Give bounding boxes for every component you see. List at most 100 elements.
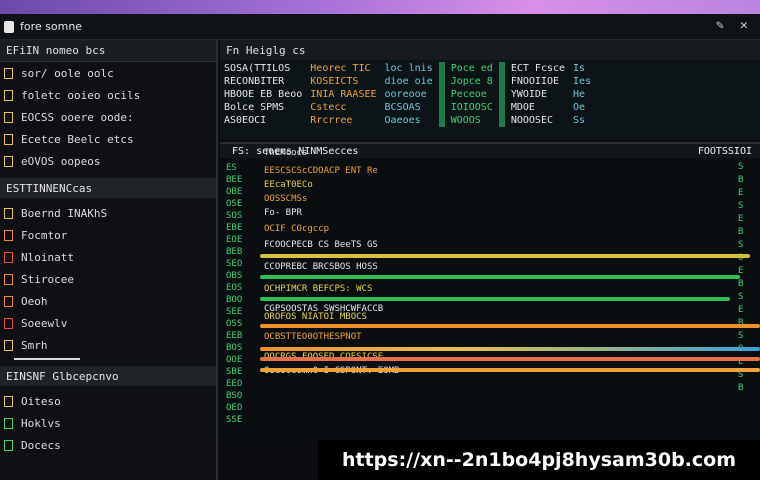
code-line[interactable]: EEcaT0ECo bbox=[264, 180, 313, 191]
code-line[interactable]: OROFOS NIATOI MBOCS bbox=[264, 312, 367, 323]
app-logo-icon bbox=[4, 20, 14, 33]
grid-cell[interactable]: Oe bbox=[573, 101, 591, 114]
grid-cell[interactable]: MDOE bbox=[511, 101, 565, 114]
highlight-bar-orange bbox=[260, 324, 760, 328]
grid-column-1: SOSA(TTILOS RECONBITER HBOOE EB Beoo Bolce … bbox=[220, 60, 306, 129]
grid-cell[interactable]: FNOOIIOE bbox=[511, 75, 565, 88]
folder-icon bbox=[4, 251, 13, 263]
edit-icon[interactable]: ✎ bbox=[716, 18, 724, 33]
sidebar-item[interactable]: Ecetce Beelc etcs bbox=[0, 128, 216, 150]
code-editor[interactable]: FS: seoecs NINMSecces FOOTSSIOI ES BEE OBE… bbox=[220, 142, 760, 442]
grid-cell[interactable]: Peceoe bbox=[451, 88, 493, 101]
sidebar-divider bbox=[14, 358, 80, 360]
code-line[interactable]: ThEMcocs bbox=[264, 148, 307, 159]
sidebar-item[interactable]: Focmtor bbox=[0, 224, 216, 246]
code-line[interactable]: OCHPIMCR BEFCPS: WCS bbox=[264, 284, 372, 295]
sidebar-item[interactable]: Stirocee bbox=[0, 268, 216, 290]
grid-cell[interactable]: Is bbox=[573, 62, 591, 75]
grid-cell[interactable]: dioe oie bbox=[385, 75, 433, 88]
grid-column-2: Heorec TIC KOSEICTS INIA RAASEE Cstecc Rrcrr… bbox=[306, 60, 380, 129]
minimap-marker: B bbox=[738, 383, 744, 393]
grid-cell[interactable]: HBOOE EB Beoo bbox=[224, 88, 302, 101]
sidebar-item[interactable]: Soeewlv bbox=[0, 312, 216, 334]
editor-tab-right[interactable]: FOOTSSIOI bbox=[698, 146, 752, 157]
grid-cell[interactable]: RECONBITER bbox=[224, 75, 302, 88]
code-line[interactable]: Fo- BPR bbox=[264, 208, 302, 219]
grid-cell[interactable]: YWOIDE bbox=[511, 88, 565, 101]
code-line[interactable]: CCOPREBC BRCSBOS HOSS bbox=[264, 262, 378, 273]
sidebar-item-label: Oeoh bbox=[21, 294, 48, 308]
line-number: OEO bbox=[226, 403, 243, 413]
sidebar-item[interactable]: eOVOS oopeos bbox=[0, 150, 216, 172]
code-line[interactable]: OCBSTTEO0OTHESPNOT bbox=[264, 332, 362, 343]
url-watermark: https://xn--2n1bo4pj8hysam30b.com bbox=[318, 440, 760, 480]
sidebar-item-label: EOCSS ooere oode: bbox=[21, 110, 134, 124]
grid-cell[interactable]: Cstecc bbox=[310, 101, 376, 114]
grid-cell[interactable]: loc lnis bbox=[385, 62, 433, 75]
grid-cell[interactable]: He bbox=[573, 88, 591, 101]
folder-icon bbox=[4, 89, 13, 101]
data-grid: Fn Heiglg cs SOSA(TTILOS RECONBITER HBOOE … bbox=[220, 40, 760, 140]
line-number: EEB bbox=[226, 331, 243, 341]
close-icon[interactable]: ✕ bbox=[740, 18, 748, 33]
sidebar-item-label: Oiteso bbox=[21, 394, 61, 408]
line-number: ES bbox=[226, 163, 237, 173]
line-gutter: ES BEE OBE OSE SOS EBE EOE BEB SEO OBS EOS BOO SEE OS… bbox=[226, 162, 258, 432]
highlight-bar-orange-2 bbox=[260, 368, 760, 372]
sidebar-item[interactable]: EOCSS ooere oode: bbox=[0, 106, 216, 128]
sidebar-item-label: Stirocee bbox=[21, 272, 74, 286]
grid-cell[interactable]: IOIOOSC bbox=[451, 101, 493, 114]
sidebar-section-title-2[interactable]: EINSNF Glbcepcnvo bbox=[0, 366, 216, 386]
sidebar-item[interactable]: Boernd INAKhS bbox=[0, 202, 216, 224]
line-number: EEO bbox=[226, 379, 243, 389]
window-title: fore somne bbox=[20, 20, 83, 33]
sidebar-item-label: Nloinatt bbox=[21, 250, 74, 264]
grid-cell[interactable]: Bolce SPMS bbox=[224, 101, 302, 114]
grid-cell[interactable]: Ss bbox=[573, 114, 591, 127]
sidebar-item[interactable]: Oiteso bbox=[0, 390, 216, 412]
minimap-gutter: SBESEBSOEBSEBSOESB bbox=[738, 162, 756, 432]
code-line[interactable]: OOSSCMSs bbox=[264, 194, 307, 205]
grid-cell[interactable]: Rrcrree bbox=[310, 114, 376, 127]
sidebar-item[interactable]: foletc ooieo ocils bbox=[0, 84, 216, 106]
line-number: OBE bbox=[226, 187, 243, 197]
minimap-marker: B bbox=[738, 175, 744, 185]
grid-cell[interactable]: ooreooe bbox=[385, 88, 433, 101]
grid-cell[interactable]: Jopce 8 bbox=[451, 75, 493, 88]
sidebar-item-label: foletc ooieo ocils bbox=[21, 88, 141, 102]
grid-cell[interactable]: NOOOSEC bbox=[511, 114, 565, 127]
minimap-marker: S bbox=[738, 292, 744, 302]
grid-cell[interactable]: Poce ed bbox=[451, 62, 493, 75]
code-line[interactable]: EESCSCScCDOACP ENT Re bbox=[264, 166, 378, 177]
folder-icon bbox=[4, 67, 13, 79]
grid-cell[interactable]: BCSOAS bbox=[385, 101, 433, 114]
grid-cell[interactable]: ECT Fcsce bbox=[511, 62, 565, 75]
grid-column-3: loc lnis dioe oie ooreooe BCSOAS Oaeoes bbox=[381, 60, 437, 129]
grid-cell[interactable]: WOOOS bbox=[451, 114, 493, 127]
folder-icon bbox=[4, 111, 13, 123]
sidebar-item[interactable]: sor/ oole oolc bbox=[0, 62, 216, 84]
grid-column-5: ECT Fcsce FNOOIIOE YWOIDE MDOE NOOOSEC bbox=[507, 60, 569, 129]
code-line[interactable]: FCOOCPECB CS BeeTS GS bbox=[264, 240, 378, 251]
grid-cell[interactable]: Oaeoes bbox=[385, 114, 433, 127]
sidebar-group-3: Oiteso Hoklvs Docecs bbox=[0, 390, 216, 456]
grid-cell[interactable]: Heorec TIC bbox=[310, 62, 376, 75]
sidebar-item[interactable]: Smrh bbox=[0, 334, 216, 356]
sidebar-item-label: Smrh bbox=[21, 338, 48, 352]
grid-header: Fn Heiglg cs bbox=[220, 40, 760, 60]
sidebar-item[interactable]: Hoklvs bbox=[0, 412, 216, 434]
sidebar-item[interactable]: Nloinatt bbox=[0, 246, 216, 268]
folder-icon bbox=[4, 207, 13, 219]
code-line[interactable]: OCIF COcgccp bbox=[264, 224, 329, 235]
line-number: EBE bbox=[226, 223, 243, 233]
sidebar-item[interactable]: Oeoh bbox=[0, 290, 216, 312]
sidebar-item[interactable]: Docecs bbox=[0, 434, 216, 456]
grid-cell[interactable]: Ies bbox=[573, 75, 591, 88]
grid-cell[interactable]: INIA RAASEE bbox=[310, 88, 376, 101]
sidebar-item-label: sor/ oole oolc bbox=[21, 66, 114, 80]
grid-cell[interactable]: SOSA(TTILOS bbox=[224, 62, 302, 75]
grid-cell[interactable]: AS0EOCI bbox=[224, 114, 302, 127]
sidebar-section-title[interactable]: ESTTINNENCcas bbox=[0, 178, 216, 198]
grid-cell[interactable]: KOSEICTS bbox=[310, 75, 376, 88]
line-number: BEB bbox=[226, 247, 243, 257]
